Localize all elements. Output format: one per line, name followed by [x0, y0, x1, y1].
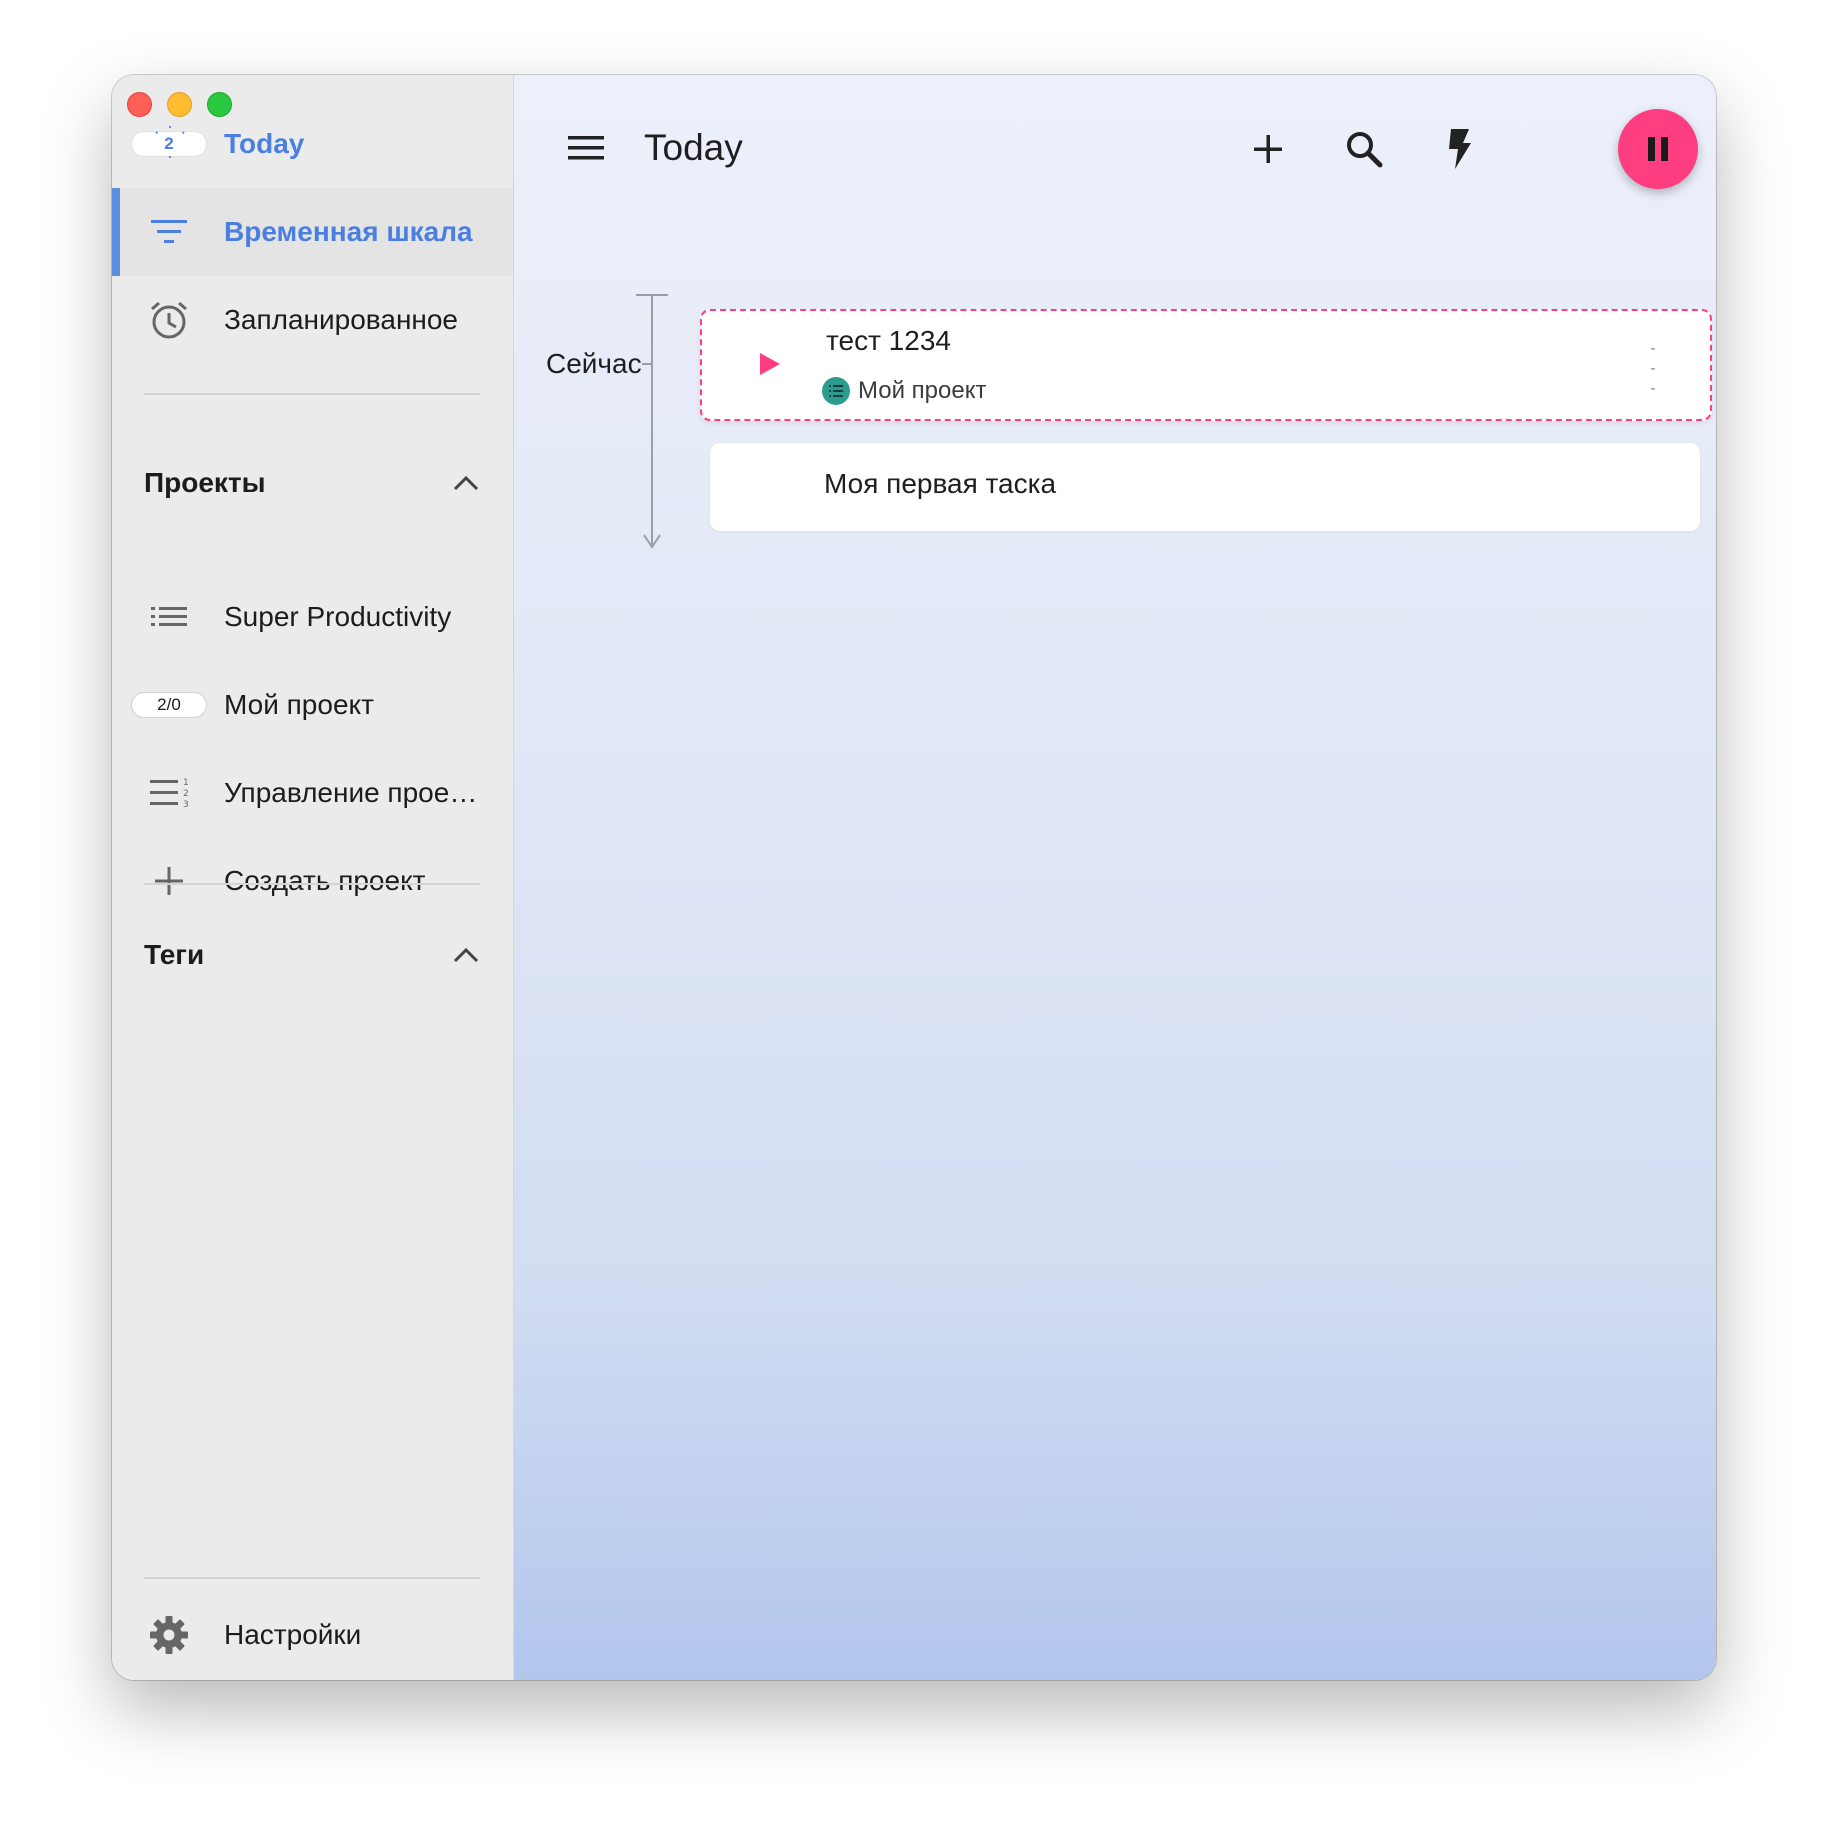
numbered-list-icon: 1 2 3 [129, 773, 209, 813]
project-tag[interactable]: Мой проект [822, 377, 986, 405]
search-button[interactable] [1336, 121, 1392, 177]
maximize-window-button[interactable] [207, 92, 232, 117]
top-toolbar: Today [514, 75, 1716, 225]
sidebar-item-project-super-productivity[interactable]: Super Productivity [112, 573, 513, 661]
chevron-up-icon[interactable] [452, 946, 480, 964]
tags-section-header[interactable]: Теги [144, 925, 480, 985]
now-label: Сейчас [546, 348, 642, 379]
sidebar-divider [144, 1577, 480, 1579]
bolt-icon [1449, 129, 1471, 169]
sidebar-item-project-management[interactable]: 1 2 3 Управление прое… [112, 749, 513, 837]
page-title: Today [644, 127, 743, 168]
window-controls [127, 92, 232, 117]
plus-icon [129, 861, 209, 901]
sidebar: 2 Today Временная шкала Запланированное … [112, 75, 514, 1680]
sidebar-item-label: Today [224, 128, 305, 159]
search-icon [1347, 132, 1383, 168]
task-card[interactable]: Моя первая таска [710, 443, 1700, 531]
badge-text: 2/0 [157, 695, 181, 714]
sidebar-item-label: Временная шкала [224, 216, 473, 247]
drag-handle[interactable]: --- [1648, 339, 1658, 399]
timeline-axis [636, 294, 668, 549]
sidebar-divider [144, 393, 480, 395]
sidebar-item-label: Мой проект [224, 689, 374, 720]
app-window: 2 Today Временная шкала Запланированное … [112, 75, 1716, 1680]
sidebar-item-timeline[interactable]: Временная шкала [112, 188, 513, 276]
menu-button[interactable] [564, 130, 608, 166]
pause-icon [1648, 137, 1668, 161]
task-title[interactable]: Моя первая таска [824, 468, 1056, 500]
projects-header-label: Проекты [144, 467, 266, 498]
project-count-badge: 2/0 [129, 685, 209, 725]
sidebar-item-settings[interactable]: Настройки [112, 1591, 513, 1679]
add-icon [1254, 135, 1282, 163]
sidebar-item-label: Super Productivity [224, 601, 452, 632]
task-card-current[interactable]: тест 1234 Мой проект --- [700, 309, 1712, 421]
main-content: Today Сейчас тест 1234 Мой проект - - - … [514, 75, 1716, 1680]
minimize-window-button[interactable] [167, 92, 192, 117]
sidebar-item-label: Настройки [224, 1619, 362, 1650]
svg-text:3: 3 [183, 800, 189, 810]
svg-text:2: 2 [183, 789, 189, 799]
filter-list-icon [129, 212, 209, 252]
focus-mode-button[interactable] [1432, 121, 1488, 177]
play-icon[interactable] [754, 349, 784, 379]
projects-section-header[interactable]: Проекты [144, 453, 480, 513]
hamburger-icon [568, 136, 604, 160]
gear-icon [129, 1615, 209, 1655]
chevron-up-icon[interactable] [452, 474, 480, 492]
sidebar-item-label: Управление прое… [224, 777, 478, 808]
list-icon [129, 597, 209, 637]
project-list-icon [822, 377, 850, 405]
close-window-button[interactable] [127, 92, 152, 117]
today-badge: 2 [129, 124, 209, 164]
sidebar-divider [144, 883, 480, 885]
today-count: 2 [164, 134, 174, 153]
tags-header-label: Теги [144, 939, 205, 970]
create-project-button[interactable]: Создать проект [112, 837, 513, 925]
project-tag-label: Мой проект [858, 377, 987, 404]
pause-tracking-button[interactable] [1618, 109, 1698, 189]
sidebar-item-label: Создать проект [224, 865, 426, 896]
alarm-clock-icon [129, 300, 209, 340]
sidebar-item-scheduled[interactable]: Запланированное [112, 276, 513, 364]
sidebar-item-label: Запланированное [224, 304, 459, 335]
svg-text:1: 1 [183, 778, 189, 788]
task-title[interactable]: тест 1234 [826, 325, 951, 357]
add-task-button[interactable] [1240, 121, 1296, 177]
sidebar-item-project-my-project[interactable]: 2/0 Мой проект [112, 661, 513, 749]
